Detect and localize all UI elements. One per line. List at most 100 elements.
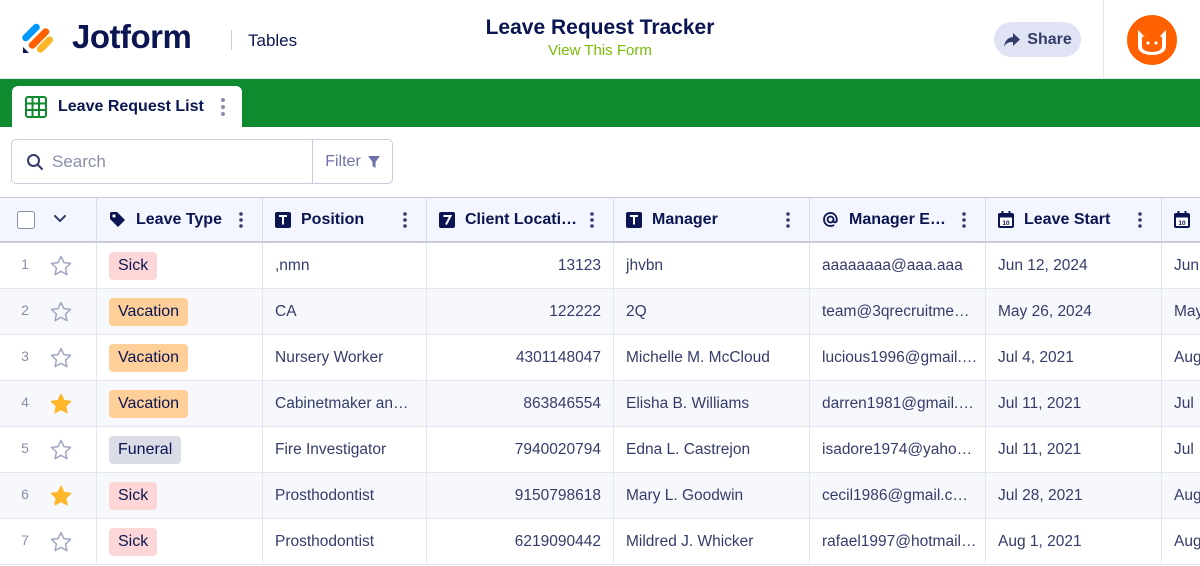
star-outline-icon[interactable] xyxy=(50,301,72,327)
column-menu-icon[interactable] xyxy=(238,211,244,234)
cell-text: 122222 xyxy=(549,302,601,320)
column-menu-icon[interactable] xyxy=(402,211,408,234)
cell-position[interactable]: Cabinetmaker an… xyxy=(263,381,427,426)
cell-text: Edna L. Castrejon xyxy=(626,440,751,458)
cell-position[interactable]: Prosthodontist xyxy=(263,473,427,518)
cell-email[interactable]: rafael1997@hotmail… xyxy=(810,519,986,564)
cell-position[interactable]: CA xyxy=(263,289,427,334)
column-header[interactable]: Position xyxy=(263,198,427,241)
cell-location[interactable]: 6219090442 xyxy=(427,519,614,564)
cell-manager[interactable]: Edna L. Castrejon xyxy=(614,427,810,472)
tables-link[interactable]: Tables xyxy=(248,31,297,51)
cell-next[interactable]: Jul xyxy=(1162,427,1200,472)
column-menu-icon[interactable] xyxy=(589,211,595,234)
table-row[interactable]: 4 Vacation Cabinetmaker an… 863846554 Elisha… xyxy=(0,381,1200,427)
chevron-down-icon[interactable] xyxy=(54,215,66,223)
cell-email[interactable]: isadore1974@yaho… xyxy=(810,427,986,472)
table-row[interactable]: 6 Sick Prosthodontist 9150798618 Mary L. Goo… xyxy=(0,473,1200,519)
cell-email[interactable]: team@3qrecruitme… xyxy=(810,289,986,334)
cell-next[interactable]: Aug xyxy=(1162,519,1200,564)
cell-type[interactable]: Sick xyxy=(97,519,263,564)
column-header[interactable]: 10 Leave Start xyxy=(986,198,1162,241)
cell-email[interactable]: lucious1996@gmail.… xyxy=(810,335,986,380)
cell-text: Cabinetmaker an… xyxy=(275,394,409,412)
row-number: 7 xyxy=(21,532,29,548)
cell-location[interactable]: 863846554 xyxy=(427,381,614,426)
cell-position[interactable]: Fire Investigator xyxy=(263,427,427,472)
cell-manager[interactable]: Elisha B. Williams xyxy=(614,381,810,426)
cell-manager[interactable]: jhvbn xyxy=(614,243,810,288)
cell-text: CA xyxy=(275,302,297,320)
cell-type[interactable]: Sick xyxy=(97,243,263,288)
tag-icon xyxy=(109,211,126,228)
star-outline-icon[interactable] xyxy=(50,439,72,465)
select-all-checkbox[interactable] xyxy=(17,210,35,229)
cell-location[interactable]: 9150798618 xyxy=(427,473,614,518)
tab-leave-request-list[interactable]: Leave Request List xyxy=(12,86,242,127)
cell-location[interactable]: 13123 xyxy=(427,243,614,288)
avatar[interactable] xyxy=(1127,15,1177,65)
cell-start[interactable]: Jul 11, 2021 xyxy=(986,381,1162,426)
column-menu-icon[interactable] xyxy=(961,211,967,234)
cell-start[interactable]: Jul 11, 2021 xyxy=(986,427,1162,472)
cell-text: lucious1996@gmail.… xyxy=(822,348,978,366)
cell-manager[interactable]: Michelle M. McCloud xyxy=(614,335,810,380)
filter-button[interactable]: Filter xyxy=(312,140,393,183)
table-row[interactable]: 5 Funeral Fire Investigator 7940020794 Edna … xyxy=(0,427,1200,473)
cell-next[interactable]: Jun xyxy=(1162,243,1200,288)
cell-location[interactable]: 4301148047 xyxy=(427,335,614,380)
cell-type[interactable]: Sick xyxy=(97,473,263,518)
cell-start[interactable]: Aug 1, 2021 xyxy=(986,519,1162,564)
view-form-link[interactable]: View This Form xyxy=(400,42,800,59)
cell-type[interactable]: Vacation xyxy=(97,381,263,426)
cell-type[interactable]: Funeral xyxy=(97,427,263,472)
cell-email[interactable]: cecil1986@gmail.c… xyxy=(810,473,986,518)
jotform-logo-icon[interactable] xyxy=(22,18,58,54)
table-row[interactable]: 7 Sick Prosthodontist 6219090442 Mildred J. … xyxy=(0,519,1200,565)
column-header-label: Leave Type xyxy=(136,210,222,228)
column-header[interactable]: Client Locati… xyxy=(427,198,614,241)
table-row[interactable]: 3 Vacation Nursery Worker 4301148047 Michell… xyxy=(0,335,1200,381)
cell-email[interactable]: darren1981@gmail.… xyxy=(810,381,986,426)
cell-position[interactable]: Prosthodontist xyxy=(263,519,427,564)
cell-location[interactable]: 7940020794 xyxy=(427,427,614,472)
cell-email[interactable]: aaaaaaaa@aaa.aaa xyxy=(810,243,986,288)
column-header[interactable]: Leave Type xyxy=(97,198,263,241)
table-row[interactable]: 2 Vacation CA 122222 2Q team@3qrecruitme… May … xyxy=(0,289,1200,335)
cell-manager[interactable]: 2Q xyxy=(614,289,810,334)
column-header[interactable]: 10 xyxy=(1162,198,1200,241)
search-input[interactable] xyxy=(52,141,312,182)
cell-next[interactable]: May xyxy=(1162,289,1200,334)
cell-start[interactable]: May 26, 2024 xyxy=(986,289,1162,334)
column-menu-icon[interactable] xyxy=(1137,211,1143,234)
tab-more-icon[interactable] xyxy=(220,97,226,117)
column-header[interactable]: Manager xyxy=(614,198,810,241)
table-row[interactable]: 1 Sick ,nmn 13123 jhvbn aaaaaaaa@aaa.aaa Jun 1… xyxy=(0,243,1200,289)
cell-next[interactable]: Jul xyxy=(1162,381,1200,426)
cell-type[interactable]: Vacation xyxy=(97,335,263,380)
column-header[interactable]: Manager E… xyxy=(810,198,986,241)
leave-type-badge: Sick xyxy=(109,527,158,556)
cell-manager[interactable]: Mildred J. Whicker xyxy=(614,519,810,564)
cell-location[interactable]: 122222 xyxy=(427,289,614,334)
cell-next[interactable]: Aug xyxy=(1162,473,1200,518)
cell-next[interactable]: Aug xyxy=(1162,335,1200,380)
cell-start[interactable]: Jun 12, 2024 xyxy=(986,243,1162,288)
star-filled-icon[interactable] xyxy=(50,393,72,419)
cell-type[interactable]: Vacation xyxy=(97,289,263,334)
column-menu-icon[interactable] xyxy=(785,211,791,234)
cell-position[interactable]: Nursery Worker xyxy=(263,335,427,380)
star-outline-icon[interactable] xyxy=(50,255,72,281)
cell-manager[interactable]: Mary L. Goodwin xyxy=(614,473,810,518)
share-button[interactable]: Share xyxy=(994,22,1081,57)
column-header-label: Client Locati… xyxy=(465,210,578,228)
star-outline-icon[interactable] xyxy=(50,347,72,373)
cell-start[interactable]: Jul 28, 2021 xyxy=(986,473,1162,518)
cell-start[interactable]: Jul 4, 2021 xyxy=(986,335,1162,380)
star-filled-icon[interactable] xyxy=(50,485,72,511)
star-outline-icon[interactable] xyxy=(50,531,72,557)
cell-text: Jun xyxy=(1174,256,1199,274)
cell-position[interactable]: ,nmn xyxy=(263,243,427,288)
brand-name[interactable]: Jotform xyxy=(72,18,192,56)
cell-text: Jul xyxy=(1174,440,1194,458)
